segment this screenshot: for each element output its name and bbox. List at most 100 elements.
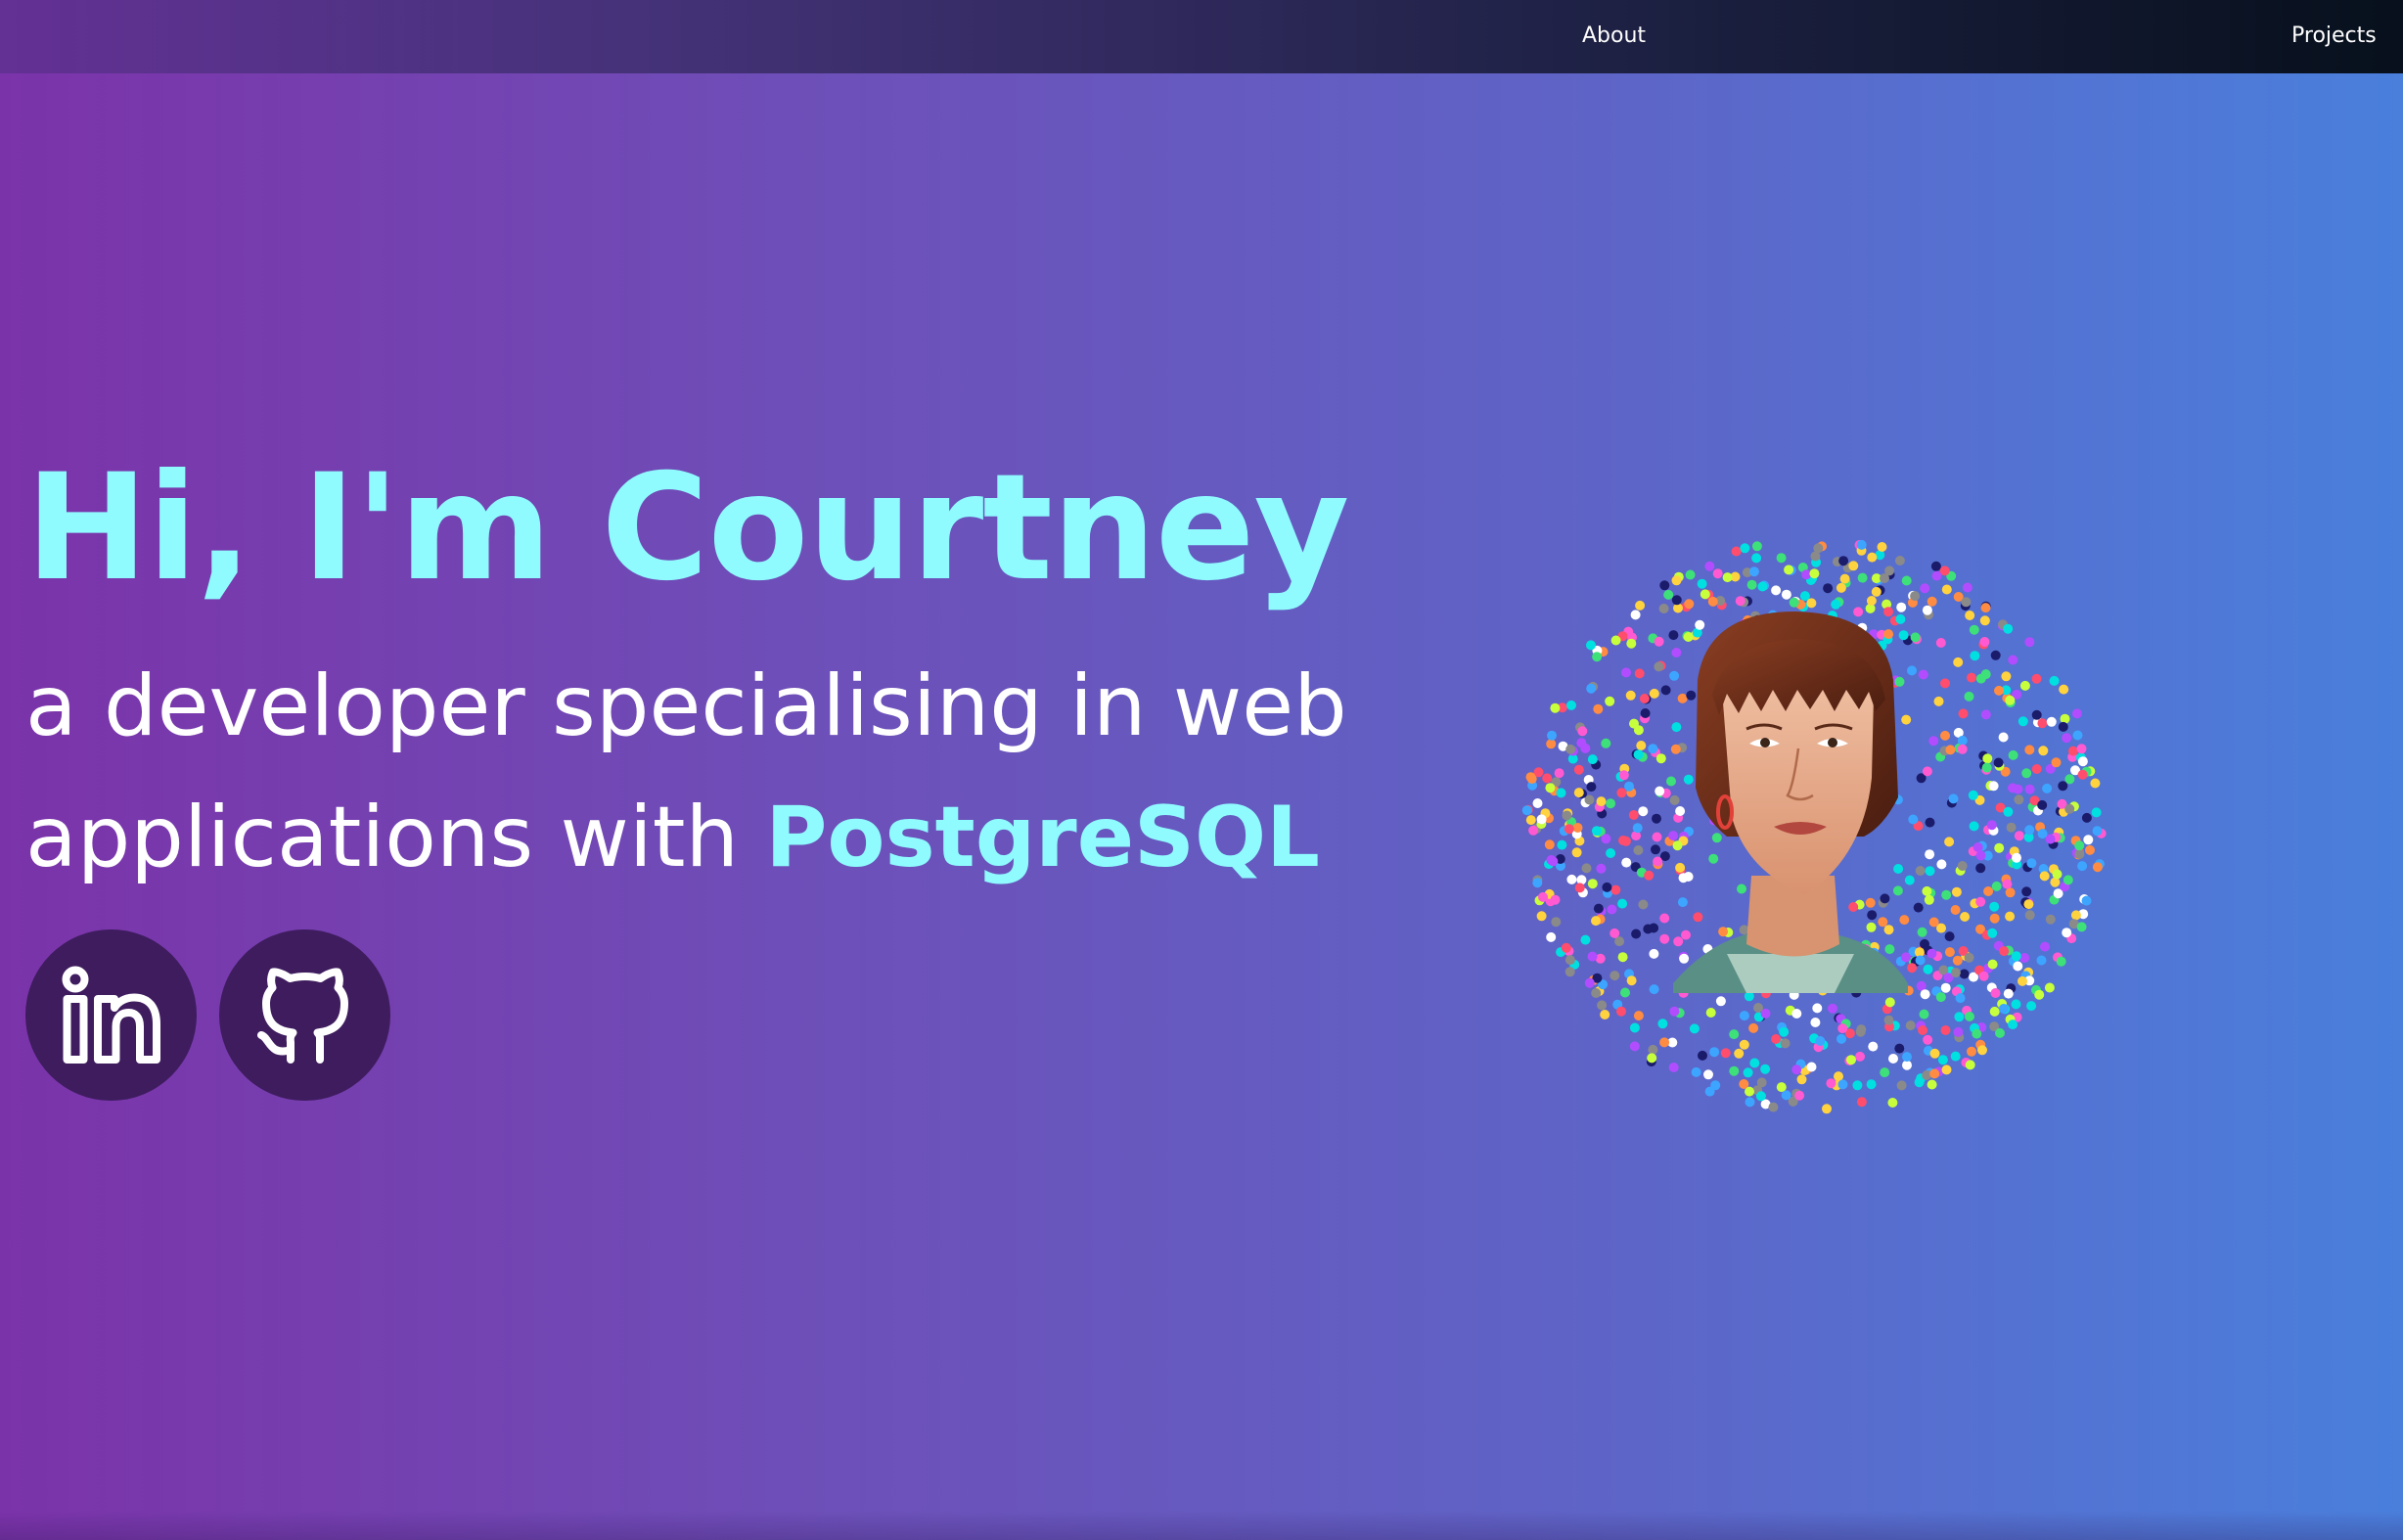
confetti-dot [1683,872,1694,882]
confetti-dot [2024,910,2035,921]
confetti-dot [1546,931,1557,942]
confetti-dot [1950,968,1961,978]
confetti-dot [1987,928,1998,938]
navbar: About Projects [0,0,2403,73]
confetti-dot [1823,583,1834,594]
confetti-dot [1982,753,1993,764]
confetti-dot [1836,582,1846,593]
confetti-dot [1970,651,1980,661]
confetti-dot [1999,946,2010,957]
confetti-dot [1722,572,1733,583]
confetti-dot [2049,675,2060,686]
confetti-dot [1670,744,1681,754]
confetti-dot [1901,714,1912,725]
confetti-dot [1573,764,1584,775]
confetti-dot [1669,1006,1680,1017]
confetti-dot [1748,1022,1759,1033]
confetti-dot [1639,694,1650,703]
confetti-dot [1525,772,1536,783]
confetti-dot [1884,944,1895,955]
confetti-dot [2024,745,2035,755]
confetti-dot [1852,1080,1863,1091]
confetti-dot [1806,1062,1817,1072]
confetti-dot [2070,910,2081,921]
confetti-dot [2081,812,2092,823]
confetti-dot [1964,952,1974,963]
confetti-dot [1565,744,1576,754]
confetti-dot [1564,955,1575,966]
confetti-dot [1729,1029,1740,1040]
confetti-dot [1677,693,1688,703]
confetti-dot [1607,904,1617,915]
confetti-dot [2083,835,2094,845]
confetti-dot [1957,744,1968,754]
confetti-dot [1556,788,1566,798]
confetti-dot [2014,794,2024,805]
confetti-dot [1548,856,1559,867]
confetti-dot [2003,806,2014,817]
linkedin-button[interactable] [25,929,197,1101]
confetti-dot [1566,700,1576,710]
confetti-dot [1606,848,1616,858]
confetti-dot [1601,738,1611,748]
confetti-dot [2064,803,2075,814]
confetti-dot [1953,657,1964,667]
confetti-dot [1593,703,1604,714]
confetti-dot [1652,813,1661,824]
confetti-dot [1888,1054,1898,1064]
confetti-dot [1937,1055,1948,1065]
confetti-dot [1922,605,1932,615]
confetti-dot [1655,753,1666,764]
confetti-dot [1962,582,1972,593]
confetti-dot [1945,745,1956,755]
confetti-dot [2026,858,2037,869]
confetti-dot [2008,1019,2018,1030]
confetti-dot [1884,566,1895,576]
confetti-dot [1648,744,1658,754]
confetti-dot [2034,989,2045,1000]
confetti-dot [2092,826,2103,837]
confetti-dot [1755,1091,1766,1102]
confetti-dot [1927,948,1937,959]
confetti-dot [1995,1027,2005,1038]
confetti-dot [1925,817,1935,828]
confetti-dot [2001,671,2012,682]
confetti-dot [1964,691,1974,702]
confetti-dot [2052,869,2063,880]
confetti-dot [1887,1098,1898,1108]
nav-link-projects[interactable]: Projects [2291,22,2377,51]
confetti-dot [1789,597,1799,608]
confetti-dot [1922,766,1932,777]
confetti-dot [1644,870,1655,881]
confetti-dot [2021,768,2032,779]
confetti-dot [1914,1077,1925,1088]
confetti-dot [1587,879,1598,889]
confetti-dot [1928,736,1939,747]
confetti-dot [1919,1009,1929,1019]
confetti-dot [1986,820,1997,831]
confetti-dot [1941,584,1952,595]
confetti-dot [1920,938,1929,949]
confetti-dot [1791,1009,1802,1019]
confetti-dot [1707,596,1718,607]
confetti-dot [1940,982,1951,993]
confetti-dot [1941,1064,1952,1075]
confetti-dot [1602,882,1612,892]
confetti-dot [2091,807,2102,818]
confetti-dot [2019,680,2030,691]
confetti-dot [1925,866,1935,877]
nav-link-about[interactable]: About [1582,22,1646,51]
confetti-dot [1894,676,1905,687]
github-button[interactable] [219,929,390,1101]
confetti-dot [1564,967,1575,977]
confetti-dot [1632,823,1643,834]
confetti-dot [1929,1068,1940,1079]
confetti-dot [1660,685,1671,696]
confetti-dot [1977,1045,1987,1056]
confetti-dot [1580,743,1591,753]
confetti-dot [1643,924,1654,934]
confetti-dot [1917,927,1927,937]
confetti-dot [1918,1025,1928,1035]
confetti-dot [1969,624,1979,635]
confetti-dot [1546,739,1557,749]
